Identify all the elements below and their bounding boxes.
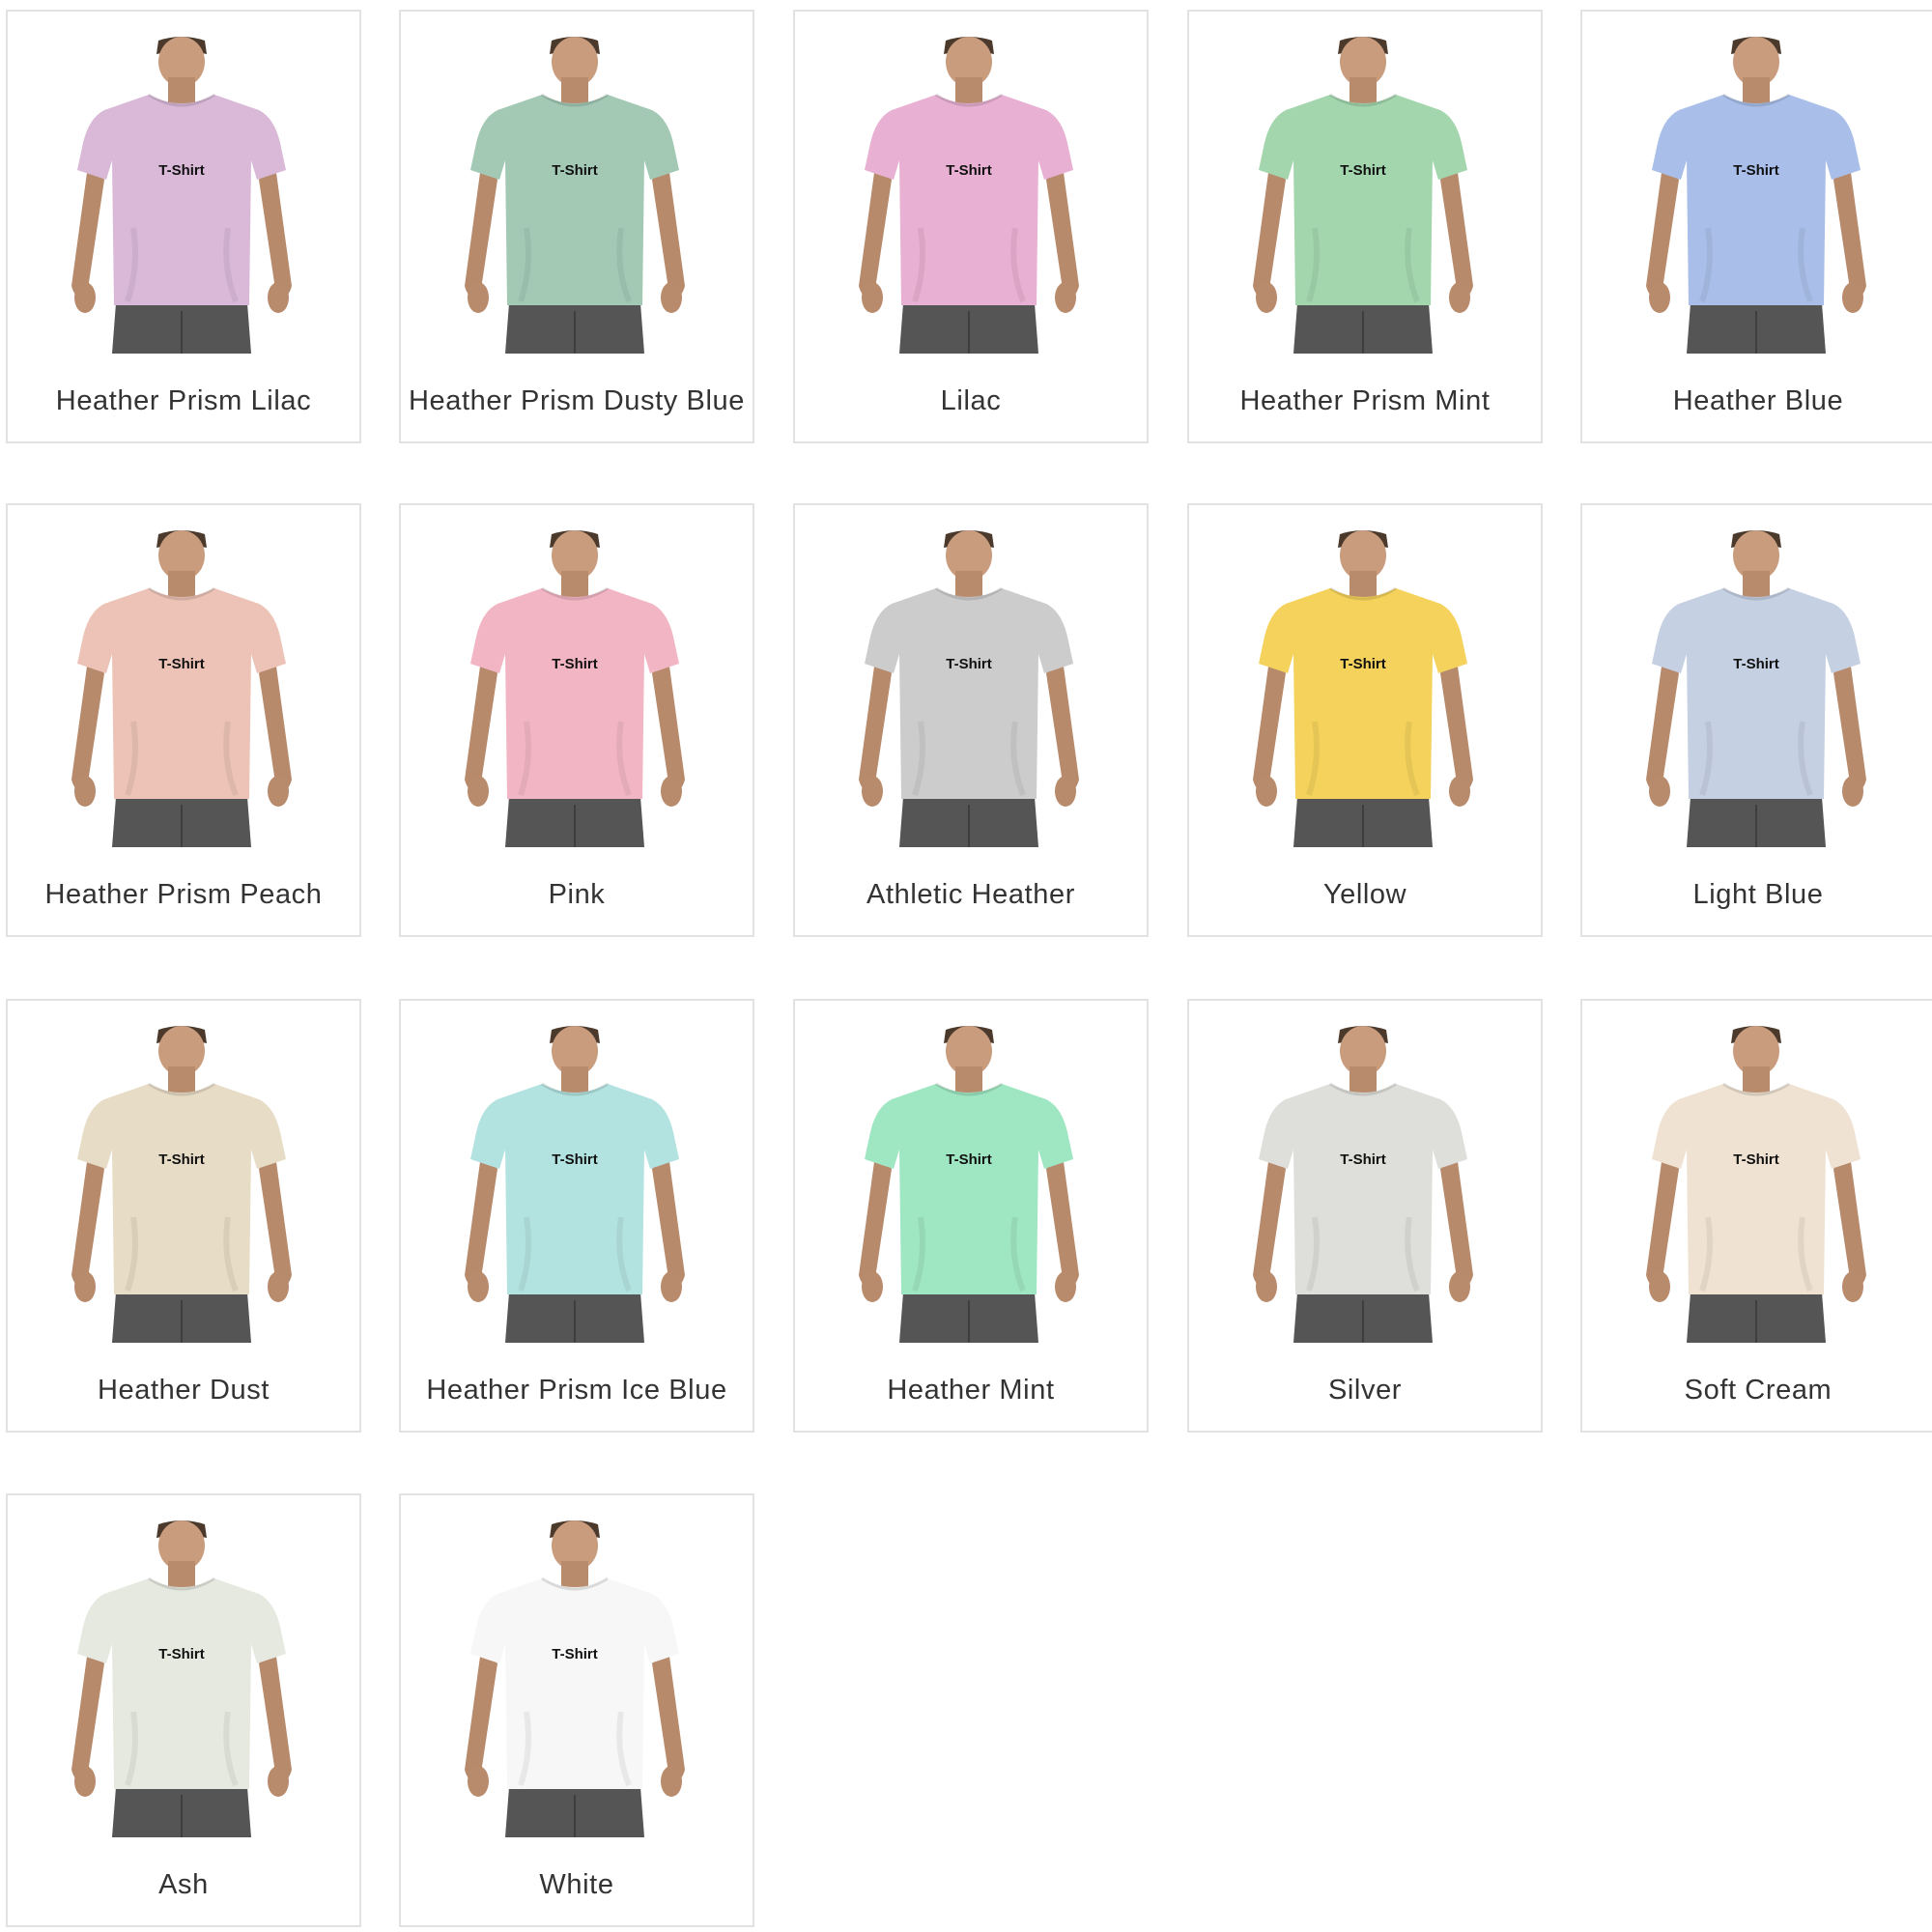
- color-name-label: Soft Cream: [1684, 1375, 1833, 1406]
- tshirt-model-image: T-Shirt: [465, 1520, 685, 1837]
- tshirt-photo: T-Shirt: [66, 1024, 298, 1343]
- color-name-label: Heather Prism Peach: [44, 879, 323, 910]
- tshirt-photo: T-Shirt: [1247, 1024, 1479, 1343]
- tshirt-model-image: T-Shirt: [1253, 530, 1473, 847]
- tshirt-photo: T-Shirt: [459, 528, 691, 847]
- color-swatch-card[interactable]: T-Shirt Heather Blue: [1580, 10, 1932, 443]
- color-swatch-card[interactable]: T-Shirt White: [399, 1493, 754, 1927]
- tshirt-photo: T-Shirt: [853, 528, 1085, 847]
- tshirt-photo: T-Shirt: [1247, 35, 1479, 354]
- shirt-print-text: T-Shirt: [552, 1151, 598, 1168]
- shirt-print-text: T-Shirt: [158, 162, 205, 179]
- color-swatch-card[interactable]: T-Shirt Lilac: [793, 10, 1149, 443]
- color-name-label: Lilac: [940, 385, 1002, 416]
- color-name-label: Ash: [158, 1869, 209, 1900]
- tshirt-photo: T-Shirt: [66, 528, 298, 847]
- color-name-label: Light Blue: [1692, 879, 1824, 910]
- shirt-print-text: T-Shirt: [552, 162, 598, 179]
- shirt-print-text: T-Shirt: [552, 656, 598, 672]
- tshirt-photo: T-Shirt: [853, 1024, 1085, 1343]
- shirt-print-text: T-Shirt: [552, 1646, 598, 1662]
- shirt-print-text: T-Shirt: [946, 1151, 992, 1168]
- tshirt-photo: T-Shirt: [1640, 35, 1872, 354]
- tshirt-photo: T-Shirt: [66, 1519, 298, 1837]
- color-swatch-card[interactable]: T-Shirt Heather Prism Lilac: [6, 10, 361, 443]
- tshirt-model-image: T-Shirt: [465, 37, 685, 354]
- tshirt-model-image: T-Shirt: [465, 1026, 685, 1343]
- tshirt-model-image: T-Shirt: [859, 1026, 1079, 1343]
- shirt-print-text: T-Shirt: [1733, 656, 1779, 672]
- color-name-label: Pink: [548, 879, 606, 910]
- shirt-print-text: T-Shirt: [946, 656, 992, 672]
- color-name-label: Heather Prism Ice Blue: [426, 1375, 727, 1406]
- tshirt-model-image: T-Shirt: [859, 530, 1079, 847]
- shirt-print-text: T-Shirt: [1340, 1151, 1386, 1168]
- color-swatch-card[interactable]: T-Shirt Silver: [1187, 999, 1543, 1433]
- tshirt-model-image: T-Shirt: [1646, 1026, 1866, 1343]
- color-swatch-card[interactable]: T-Shirt Soft Cream: [1580, 999, 1932, 1433]
- color-swatch-card[interactable]: T-Shirt Heather Prism Dusty Blue: [399, 10, 754, 443]
- color-name-label: Heather Prism Mint: [1239, 385, 1491, 416]
- color-swatch-card[interactable]: T-Shirt Heather Prism Mint: [1187, 10, 1543, 443]
- tshirt-photo: T-Shirt: [1247, 528, 1479, 847]
- color-swatch-card[interactable]: T-Shirt Yellow: [1187, 503, 1543, 937]
- color-name-label: Yellow: [1322, 879, 1407, 910]
- tshirt-photo: T-Shirt: [459, 35, 691, 354]
- tshirt-model-image: T-Shirt: [859, 37, 1079, 354]
- color-swatch-card[interactable]: T-Shirt Heather Dust: [6, 999, 361, 1433]
- tshirt-model-image: T-Shirt: [1253, 37, 1473, 354]
- color-swatch-card[interactable]: T-Shirt Heather Prism Peach: [6, 503, 361, 937]
- color-name-label: Heather Mint: [887, 1375, 1055, 1406]
- color-swatch-card[interactable]: T-Shirt Pink: [399, 503, 754, 937]
- color-swatch-card[interactable]: T-Shirt Light Blue: [1580, 503, 1932, 937]
- color-swatch-grid: T-Shirt Heather Prism Lilac T-Shirt Heather…: [0, 0, 1932, 1932]
- tshirt-model-image: T-Shirt: [1646, 37, 1866, 354]
- shirt-print-text: T-Shirt: [946, 162, 992, 179]
- color-name-label: Heather Prism Dusty Blue: [408, 385, 745, 416]
- color-name-label: Heather Blue: [1672, 385, 1844, 416]
- color-swatch-card[interactable]: T-Shirt Heather Mint: [793, 999, 1149, 1433]
- shirt-print-text: T-Shirt: [1733, 1151, 1779, 1168]
- shirt-print-text: T-Shirt: [158, 656, 205, 672]
- color-swatch-card[interactable]: T-Shirt Ash: [6, 1493, 361, 1927]
- tshirt-photo: T-Shirt: [66, 35, 298, 354]
- shirt-print-text: T-Shirt: [1340, 162, 1386, 179]
- tshirt-model-image: T-Shirt: [1646, 530, 1866, 847]
- tshirt-model-image: T-Shirt: [71, 1026, 292, 1343]
- shirt-print-text: T-Shirt: [158, 1646, 205, 1662]
- tshirt-model-image: T-Shirt: [71, 530, 292, 847]
- shirt-print-text: T-Shirt: [1733, 162, 1779, 179]
- tshirt-photo: T-Shirt: [1640, 528, 1872, 847]
- color-name-label: White: [539, 1869, 614, 1900]
- tshirt-model-image: T-Shirt: [71, 1520, 292, 1837]
- color-swatch-card[interactable]: T-Shirt Heather Prism Ice Blue: [399, 999, 754, 1433]
- color-name-label: Heather Prism Lilac: [55, 385, 312, 416]
- tshirt-model-image: T-Shirt: [465, 530, 685, 847]
- shirt-print-text: T-Shirt: [158, 1151, 205, 1168]
- tshirt-photo: T-Shirt: [1640, 1024, 1872, 1343]
- tshirt-photo: T-Shirt: [459, 1519, 691, 1837]
- color-name-label: Silver: [1327, 1375, 1403, 1406]
- shirt-print-text: T-Shirt: [1340, 656, 1386, 672]
- color-swatch-card[interactable]: T-Shirt Athletic Heather: [793, 503, 1149, 937]
- color-name-label: Athletic Heather: [867, 879, 1075, 910]
- color-name-label: Heather Dust: [97, 1375, 270, 1406]
- tshirt-model-image: T-Shirt: [71, 37, 292, 354]
- tshirt-model-image: T-Shirt: [1253, 1026, 1473, 1343]
- tshirt-photo: T-Shirt: [459, 1024, 691, 1343]
- tshirt-photo: T-Shirt: [853, 35, 1085, 354]
